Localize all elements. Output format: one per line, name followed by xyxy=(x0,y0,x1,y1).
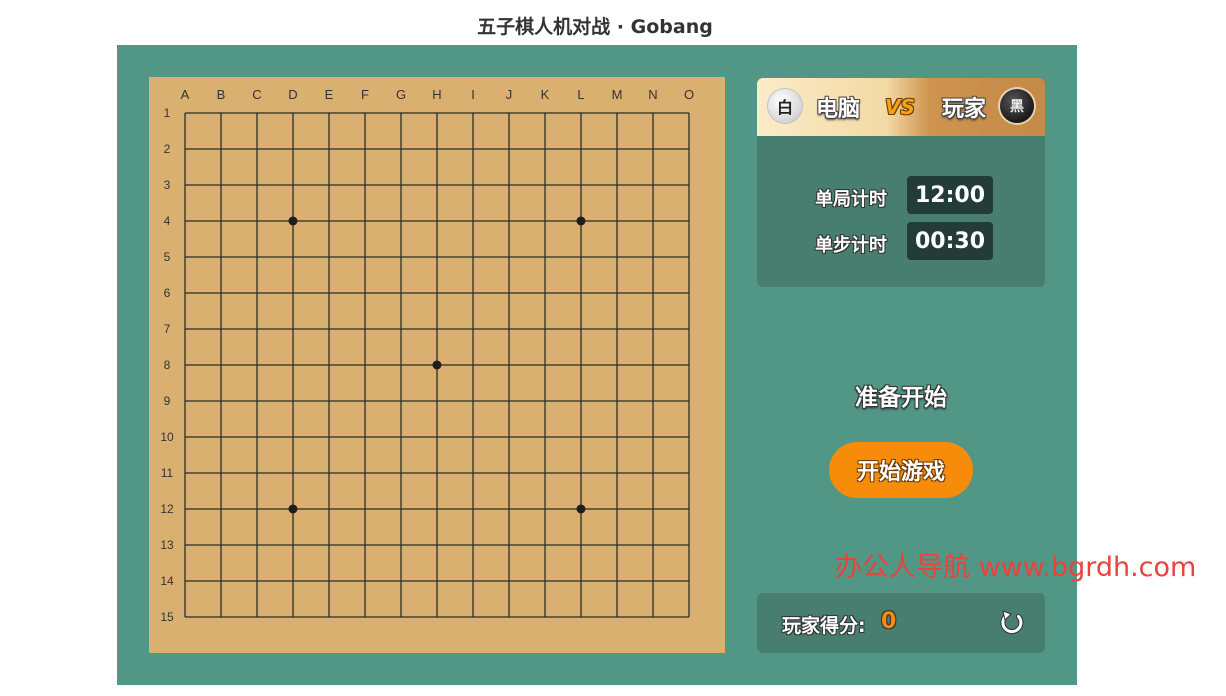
column-label-H: H xyxy=(432,87,441,102)
row-label-13: 13 xyxy=(160,538,174,552)
star-point-L4 xyxy=(576,216,586,226)
watermark: 办公人导航 www.bgrdh.com xyxy=(835,552,1197,583)
score-panel: 玩家得分: 0 xyxy=(757,593,1045,653)
row-label-15: 15 xyxy=(160,610,174,624)
row-label-6: 6 xyxy=(164,286,171,300)
black-stone-icon: 黑 xyxy=(1000,89,1034,123)
column-label-F: F xyxy=(361,87,369,102)
column-label-D: D xyxy=(288,87,297,102)
row-label-1: 1 xyxy=(164,106,171,120)
star-point-H8 xyxy=(432,360,442,370)
column-label-I: I xyxy=(471,87,475,102)
white-stone-icon: 白 xyxy=(768,89,802,123)
step-timer-row: 单步计时 00:30 xyxy=(757,222,1045,262)
row-label-3: 3 xyxy=(164,178,171,192)
row-label-7: 7 xyxy=(164,322,171,336)
score-value: 0 xyxy=(881,609,897,634)
row-label-9: 9 xyxy=(164,394,171,408)
column-label-C: C xyxy=(252,87,261,102)
human-player-name: 玩家 xyxy=(941,97,986,122)
row-label-8: 8 xyxy=(164,358,171,372)
column-label-E: E xyxy=(325,87,334,102)
row-label-14: 14 xyxy=(160,574,174,588)
star-point-L12 xyxy=(576,504,586,514)
computer-player-name: 电脑 xyxy=(816,97,861,122)
step-timer-label: 单步计时 xyxy=(815,235,887,256)
row-label-5: 5 xyxy=(164,250,171,264)
score-label: 玩家得分: xyxy=(782,615,866,637)
vs-label: VS xyxy=(885,95,915,119)
step-timer-value: 00:30 xyxy=(907,222,993,260)
column-label-B: B xyxy=(217,87,226,102)
timer-panel: 单局计时 12:00 单步计时 00:30 xyxy=(757,136,1045,287)
page-title: 五子棋人机对战 · Gobang xyxy=(477,16,713,38)
board-grid[interactable]: A B C D E F G H I J K L M N O123456789101112131415 xyxy=(149,77,725,653)
gobang-board[interactable]: A B C D E F G H I J K L M N O 1 2 3 4 5 6 7 8 9 10 11 12 13 14 15 xyxy=(149,77,725,653)
column-label-O: O xyxy=(684,87,694,102)
star-point-D12 xyxy=(288,504,298,514)
column-label-J: J xyxy=(506,87,513,102)
column-label-N: N xyxy=(648,87,657,102)
game-timer-label: 单局计时 xyxy=(815,189,887,210)
start-game-button[interactable]: 开始游戏 xyxy=(829,442,973,498)
players-bar: 白 电脑 VS 玩家 黑 xyxy=(757,78,1045,136)
column-label-K: K xyxy=(541,87,550,102)
column-label-M: M xyxy=(612,87,623,102)
row-label-2: 2 xyxy=(164,142,171,156)
star-point-D4 xyxy=(288,216,298,226)
row-label-10: 10 xyxy=(160,430,174,444)
column-label-G: G xyxy=(396,87,406,102)
row-label-11: 11 xyxy=(161,466,174,480)
row-label-12: 12 xyxy=(160,502,174,516)
column-label-L: L xyxy=(577,87,584,102)
reset-icon[interactable] xyxy=(997,608,1027,638)
column-label-A: A xyxy=(181,87,190,102)
game-status: 准备开始 xyxy=(855,385,947,411)
game-timer-row: 单局计时 12:00 xyxy=(757,176,1045,216)
row-label-4: 4 xyxy=(164,214,171,228)
game-timer-value: 12:00 xyxy=(907,176,993,214)
